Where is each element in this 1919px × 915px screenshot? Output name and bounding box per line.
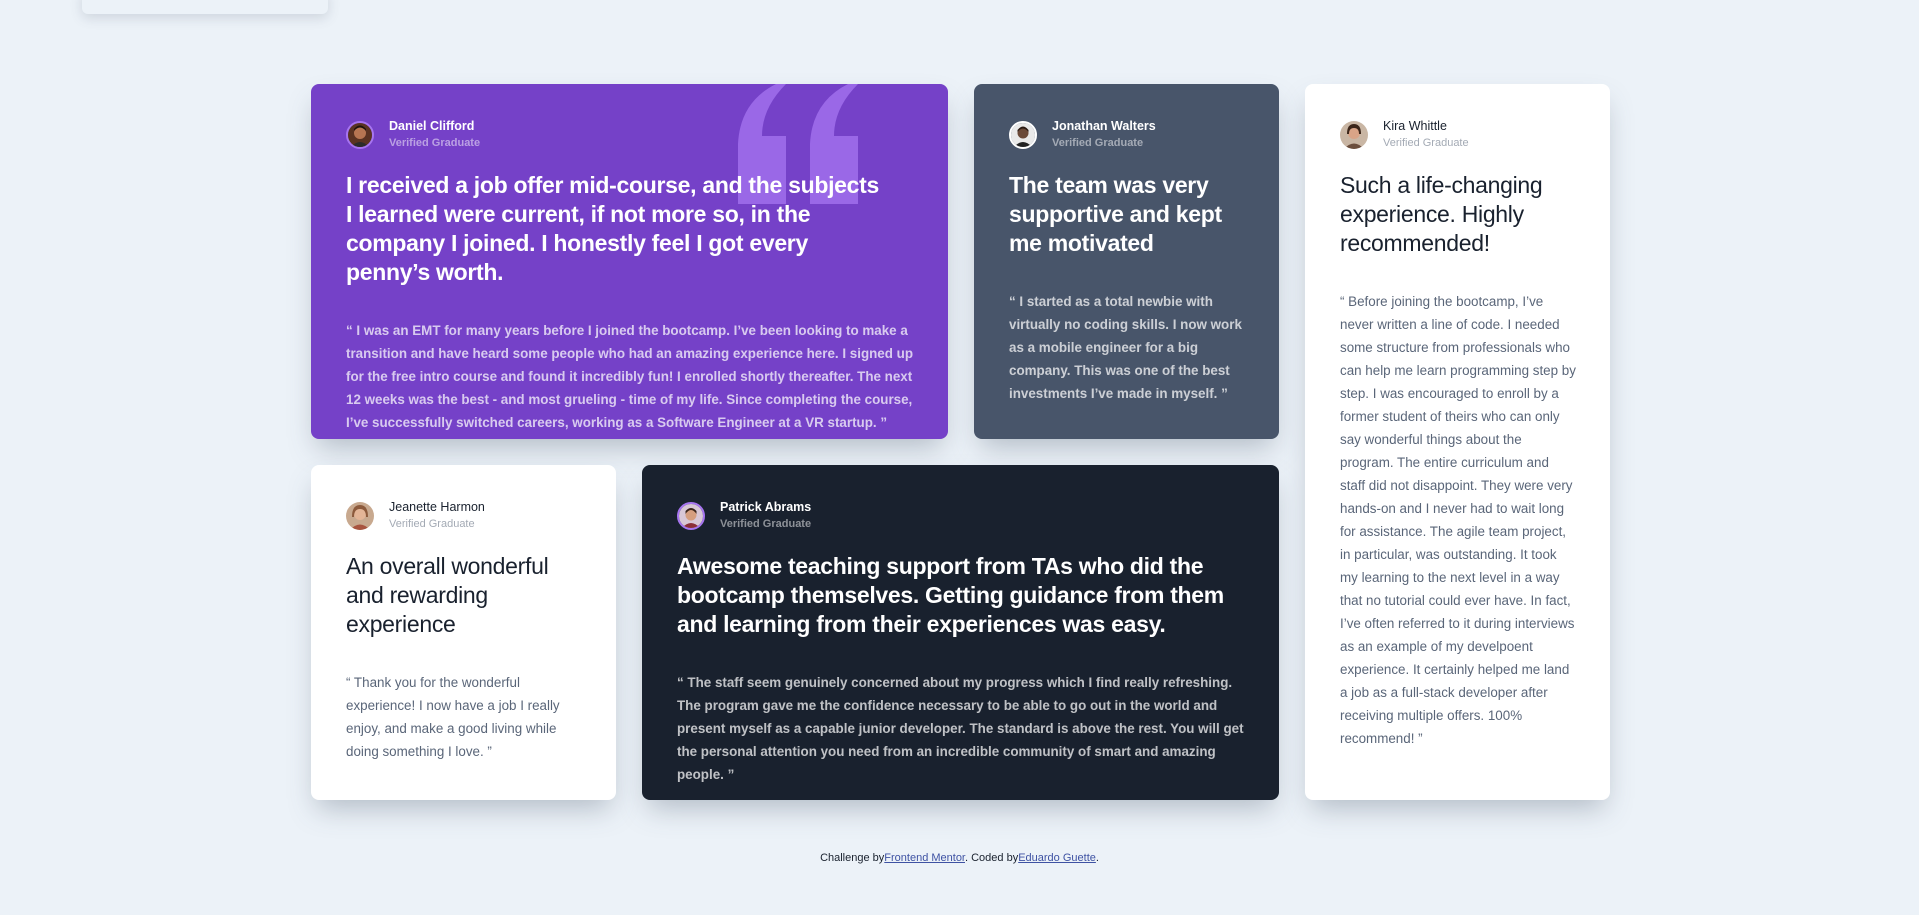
author-link[interactable]: Eduardo Guette bbox=[1018, 852, 1096, 864]
author-role: Verified Graduate bbox=[389, 518, 475, 530]
author-role: Verified Graduate bbox=[1383, 137, 1469, 149]
frontend-mentor-link[interactable]: Frontend Mentor bbox=[884, 852, 965, 864]
author-name: Kira Whittle bbox=[1383, 119, 1447, 133]
testimonial-title: The team was very supportive and kept me… bbox=[1009, 172, 1222, 256]
avatar-jeanette bbox=[346, 502, 374, 530]
testimonial-body: “ Before joining the bootcamp, I’ve neve… bbox=[1340, 294, 1576, 746]
testimonial-title: Such a life-changing experience. Highly … bbox=[1340, 172, 1543, 256]
card-header: Patrick Abrams Verified Graduate bbox=[677, 499, 1245, 533]
testimonial-card-daniel: Daniel Clifford Verified Graduate I rece… bbox=[311, 84, 948, 439]
attribution-middle: . Coded by bbox=[965, 852, 1019, 864]
testimonial-card-jeanette: Jeanette Harmon Verified Graduate An ove… bbox=[311, 465, 616, 800]
card-header: Jonathan Walters Verified Graduate bbox=[1009, 118, 1245, 152]
testimonials-grid: Daniel Clifford Verified Graduate I rece… bbox=[311, 84, 1610, 800]
attribution-suffix: . bbox=[1095, 852, 1099, 864]
author-name: Daniel Clifford bbox=[389, 119, 475, 133]
author-name: Jonathan Walters bbox=[1052, 119, 1156, 133]
top-partial-panel bbox=[82, 0, 328, 14]
card-header: Daniel Clifford Verified Graduate bbox=[346, 118, 914, 152]
author-role: Verified Graduate bbox=[1052, 137, 1144, 149]
author-role: Verified Graduate bbox=[720, 518, 812, 530]
testimonial-title: Awesome teaching support from TAs who di… bbox=[677, 553, 1224, 637]
testimonial-body: “ Thank you for the wonderful experience… bbox=[346, 675, 560, 759]
attribution-prefix: Challenge by bbox=[820, 852, 885, 864]
testimonial-body: “ I was an EMT for many years before I j… bbox=[346, 323, 914, 430]
avatar-jonathan bbox=[1009, 121, 1037, 149]
attribution-footer: Challenge byFrontend Mentor. Coded byEdu… bbox=[0, 852, 1919, 864]
testimonial-body: “ I started as a total newbie with virtu… bbox=[1009, 294, 1242, 401]
author-role: Verified Graduate bbox=[389, 137, 481, 149]
testimonial-card-jonathan: Jonathan Walters Verified Graduate The t… bbox=[974, 84, 1279, 439]
testimonial-card-kira: Kira Whittle Verified Graduate Such a li… bbox=[1305, 84, 1610, 800]
author-name: Jeanette Harmon bbox=[389, 500, 485, 514]
testimonial-body: “ The staff seem genuinely concerned abo… bbox=[677, 675, 1244, 782]
testimonial-title: An overall wonderful and rewarding exper… bbox=[346, 553, 549, 637]
card-header: Jeanette Harmon Verified Graduate bbox=[346, 499, 582, 533]
avatar-daniel bbox=[346, 121, 374, 149]
testimonial-title: I received a job offer mid-course, and t… bbox=[346, 172, 880, 285]
testimonial-card-patrick: Patrick Abrams Verified Graduate Awesome… bbox=[642, 465, 1279, 800]
card-header: Kira Whittle Verified Graduate bbox=[1340, 118, 1576, 152]
avatar-patrick bbox=[677, 502, 705, 530]
author-name: Patrick Abrams bbox=[720, 500, 812, 514]
avatar-kira bbox=[1340, 121, 1368, 149]
